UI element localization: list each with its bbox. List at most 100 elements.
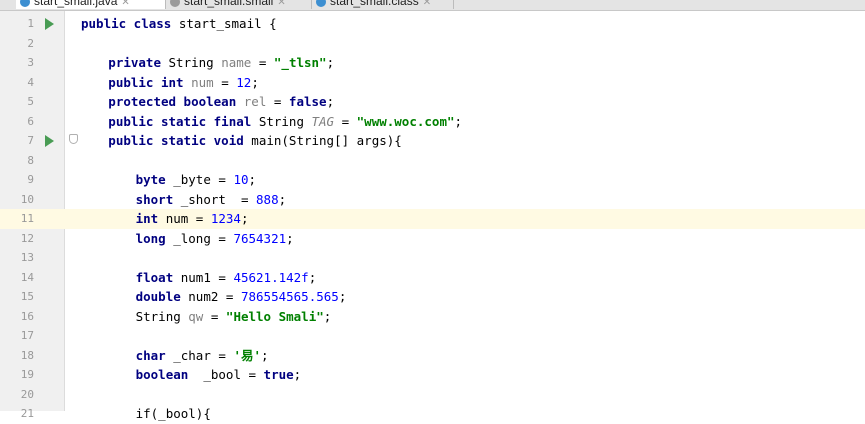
code-line[interactable]: 6 public static final String TAG = "www.w… bbox=[0, 112, 865, 132]
tab-label: start_smail.java bbox=[34, 0, 118, 8]
line-number: 17 bbox=[20, 329, 34, 342]
code-token: 12 bbox=[236, 74, 252, 90]
line-number: 18 bbox=[20, 348, 34, 362]
code-token: ; bbox=[338, 289, 347, 304]
code-token: ; bbox=[308, 269, 317, 285]
code-token: "Hello Smali" bbox=[225, 308, 324, 324]
code-line[interactable]: 17 bbox=[0, 326, 865, 346]
code-token: ; bbox=[326, 55, 335, 70]
code-token: true bbox=[263, 367, 294, 382]
code-line[interactable]: 2 bbox=[0, 34, 865, 54]
code-line[interactable]: 7 public static void main(String[] args){ bbox=[0, 131, 865, 151]
close-icon[interactable]: ✕ bbox=[423, 0, 431, 8]
code-token: ; bbox=[454, 113, 463, 129]
code-token: start_smail { bbox=[178, 16, 277, 31]
code-token: ; bbox=[286, 230, 294, 246]
line-number: 9 bbox=[27, 173, 34, 186]
java-class-icon bbox=[20, 0, 30, 7]
code-token: main(String[] args){ bbox=[251, 133, 402, 148]
code-token: num bbox=[191, 74, 214, 90]
code-token: private bbox=[108, 55, 169, 70]
code-token: ; bbox=[323, 308, 332, 324]
line-number: 14 bbox=[20, 270, 34, 284]
line-number: 20 bbox=[20, 387, 34, 401]
code-line[interactable]: 20 bbox=[0, 385, 865, 405]
code-token: _char = bbox=[173, 347, 234, 363]
code-line[interactable]: 3 private String name = "_tlsn"; bbox=[0, 53, 865, 73]
code-token: qw bbox=[188, 308, 204, 324]
code-token: public static void bbox=[108, 133, 252, 148]
fold-icon[interactable] bbox=[69, 134, 78, 144]
code-line[interactable]: 15 double num2 = 786554565.565; bbox=[0, 287, 865, 307]
code-token: '易' bbox=[233, 347, 262, 363]
code-token: = bbox=[251, 55, 274, 70]
code-line[interactable]: 11 int num = 1234; bbox=[0, 209, 865, 229]
code-token: 10 bbox=[233, 172, 249, 187]
code-line[interactable]: 4 public int num = 12; bbox=[0, 73, 865, 93]
code-line[interactable]: 9 byte _byte = 10; bbox=[0, 170, 865, 190]
tab-label: start_smail.class bbox=[330, 0, 419, 8]
code-text: if(_bool){ bbox=[136, 404, 211, 424]
line-number: 8 bbox=[27, 153, 34, 167]
code-token: ; bbox=[240, 211, 249, 226]
code-token: ; bbox=[326, 94, 335, 109]
code-token: = bbox=[334, 113, 357, 129]
line-number: 5 bbox=[27, 95, 34, 108]
run-icon[interactable] bbox=[45, 135, 54, 147]
class-file-icon bbox=[316, 0, 326, 7]
code-token: String bbox=[258, 113, 312, 129]
line-number: 21 bbox=[20, 407, 34, 420]
code-token: ; bbox=[261, 347, 269, 363]
code-token: String bbox=[168, 55, 222, 70]
close-icon[interactable]: ✕ bbox=[121, 0, 129, 8]
tab-start-smail-class[interactable]: start_smail.class ✕ bbox=[312, 0, 454, 9]
code-token: rel bbox=[243, 94, 267, 109]
code-token: ; bbox=[251, 74, 259, 90]
code-token: char bbox=[135, 347, 174, 363]
code-token: boolean bbox=[135, 367, 196, 382]
line-number: 15 bbox=[20, 290, 34, 303]
code-line[interactable]: 8 bbox=[0, 151, 865, 171]
code-token: = bbox=[203, 308, 226, 324]
code-line[interactable]: 18 char _char = '易'; bbox=[0, 346, 865, 366]
close-icon[interactable]: ✕ bbox=[277, 0, 285, 8]
code-token: _short = bbox=[180, 191, 257, 207]
code-text: char _char = '易'; bbox=[136, 346, 269, 366]
line-number: 4 bbox=[27, 75, 34, 89]
tab-start-smail-smali[interactable]: start_smail.smali ✕ bbox=[166, 0, 312, 9]
code-token: long bbox=[135, 230, 174, 246]
code-line[interactable]: 16 String qw = "Hello Smali"; bbox=[0, 307, 865, 327]
code-token: "_tlsn" bbox=[273, 55, 327, 70]
code-token: 7654321 bbox=[233, 230, 287, 246]
code-text: protected boolean rel = false; bbox=[108, 92, 334, 112]
code-text: String qw = "Hello Smali"; bbox=[136, 307, 332, 327]
code-line[interactable]: 1 public class start_smail { bbox=[0, 14, 865, 34]
code-line[interactable]: 21 if(_bool){ bbox=[0, 404, 865, 424]
line-number: 13 bbox=[20, 251, 34, 264]
code-line[interactable]: 5 protected boolean rel = false; bbox=[0, 92, 865, 112]
code-text: long _long = 7654321; bbox=[136, 229, 294, 249]
run-icon[interactable] bbox=[45, 18, 54, 30]
code-line[interactable]: 10 short _short = 888; bbox=[0, 190, 865, 210]
tab-start-smail-java[interactable]: start_smail.java ✕ bbox=[16, 0, 166, 9]
code-token: protected boolean bbox=[108, 94, 244, 109]
code-editor[interactable]: 1 public class start_smail {2 3 private Str… bbox=[0, 11, 865, 421]
code-token: = bbox=[213, 74, 237, 90]
line-number: 16 bbox=[20, 309, 34, 323]
code-token: "www.woc.com" bbox=[356, 113, 455, 129]
code-line[interactable]: 19 boolean _bool = true; bbox=[0, 365, 865, 385]
tab-label: start_smail.smali bbox=[184, 0, 274, 8]
code-line[interactable]: 12 long _long = 7654321; bbox=[0, 229, 865, 249]
code-token: ; bbox=[293, 367, 302, 382]
code-token: if(_bool){ bbox=[135, 406, 211, 421]
code-line[interactable]: 13 bbox=[0, 248, 865, 268]
line-number: 19 bbox=[20, 368, 34, 381]
code-text: public static final String TAG = "www.wo… bbox=[108, 112, 462, 132]
editor-tab-bar: start_smail.java ✕ start_smail.smali ✕ sta… bbox=[0, 0, 865, 11]
code-line[interactable]: 14 float num1 = 45621.142f; bbox=[0, 268, 865, 288]
code-text: public int num = 12; bbox=[108, 73, 259, 93]
line-number: 3 bbox=[27, 56, 34, 69]
code-token: int bbox=[135, 211, 166, 226]
code-text: int num = 1234; bbox=[136, 209, 249, 229]
code-text: private String name = "_tlsn"; bbox=[108, 53, 334, 73]
